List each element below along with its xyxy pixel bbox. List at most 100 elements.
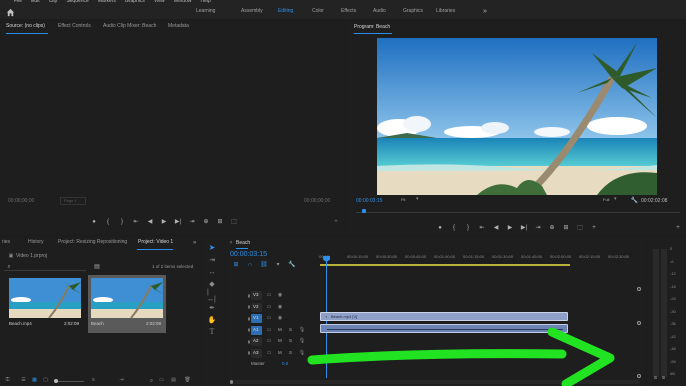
menu-item[interactable]: Graphics: [125, 0, 145, 4]
workspace-tab[interactable]: Libraries: [436, 9, 455, 14]
solo-button[interactable]: S: [289, 338, 292, 344]
selection-tool-icon[interactable]: ➤: [207, 243, 217, 253]
track-target-toggle[interactable]: V1: [251, 314, 262, 323]
menu-item[interactable]: Clip: [49, 0, 58, 4]
source-tab[interactable]: Audio Clip Mixer: Beach: [103, 24, 156, 29]
ripple-edit-tool-icon[interactable]: ↔: [207, 267, 217, 277]
solo-button[interactable]: S: [289, 350, 292, 356]
icon-view-icon[interactable]: ▦: [31, 377, 38, 384]
step-back-icon[interactable]: ◀: [492, 224, 500, 232]
source-tab[interactable]: Source: (no clips): [6, 24, 45, 29]
project-tab[interactable]: Project: Video 1: [138, 240, 173, 245]
mute-button[interactable]: M: [278, 327, 282, 333]
search-input[interactable]: ⌕: [4, 263, 86, 271]
mute-button[interactable]: M: [278, 350, 282, 356]
lock-icon[interactable]: [244, 327, 250, 334]
source-add-button[interactable]: +: [332, 218, 340, 226]
workspace-overflow[interactable]: »: [483, 8, 487, 15]
automate-icon[interactable]: ⇥: [118, 377, 125, 384]
mark-out-icon[interactable]: }: [464, 224, 472, 232]
work-area-bar[interactable]: [320, 264, 570, 266]
workspace-tab[interactable]: Color: [312, 9, 324, 14]
new-item-icon[interactable]: ▤: [170, 377, 177, 384]
project-item[interactable]: Beach.mp4 2:02:08: [6, 275, 84, 333]
list-view-icon[interactable]: ☰: [20, 377, 27, 384]
program-fit-select[interactable]: Fit ▾: [398, 197, 424, 205]
sync-lock-icon[interactable]: ▭: [266, 292, 272, 299]
go-to-in-icon[interactable]: ⇤: [478, 224, 486, 232]
sync-lock-icon[interactable]: ▭: [266, 350, 272, 357]
go-to-in-icon[interactable]: ⇤: [132, 218, 140, 226]
type-tool-icon[interactable]: T: [207, 327, 217, 337]
playhead-marker[interactable]: [362, 209, 366, 213]
menu-item[interactable]: Markers: [98, 0, 116, 4]
wrench-icon[interactable]: 🔧: [288, 261, 296, 269]
go-to-out-icon[interactable]: ⇥: [534, 224, 542, 232]
meter-solo-button[interactable]: S: [662, 375, 665, 381]
sync-lock-icon[interactable]: ▭: [266, 327, 272, 334]
play-icon[interactable]: ▶: [506, 224, 514, 232]
insert-icon[interactable]: ⊕: [548, 224, 556, 232]
freeform-view-icon[interactable]: ▢: [42, 377, 49, 384]
workspace-tab[interactable]: Graphics: [403, 9, 423, 14]
workspace-tab[interactable]: Effects: [341, 9, 356, 14]
lock-icon[interactable]: ⚿: [4, 377, 11, 384]
source-tab[interactable]: Metadata: [168, 24, 189, 29]
nest-toggle-icon[interactable]: ⊞: [232, 261, 240, 269]
trash-icon[interactable]: 🗑: [184, 377, 191, 384]
project-tab[interactable]: ries: [2, 240, 10, 245]
sync-lock-icon[interactable]: ▭: [266, 338, 272, 345]
track-select-tool-icon[interactable]: ⇥: [207, 255, 217, 265]
lock-icon[interactable]: [244, 338, 250, 345]
program-scrubber[interactable]: [356, 209, 680, 213]
source-fit-select[interactable]: Page 1: [60, 197, 86, 205]
menu-item[interactable]: View: [154, 0, 165, 4]
source-tab[interactable]: Effect Controls: [58, 24, 91, 29]
eye-icon[interactable]: ◉: [277, 315, 283, 322]
program-quality-select[interactable]: Full ▾: [602, 197, 622, 205]
program-add-button[interactable]: +: [674, 224, 682, 232]
wrench-icon[interactable]: 🔧: [631, 197, 638, 205]
step-forward-icon[interactable]: ▶|: [520, 224, 528, 232]
workspace-tab[interactable]: Editing: [278, 9, 293, 14]
marker-icon[interactable]: ●: [90, 218, 98, 226]
eye-icon[interactable]: ◉: [277, 304, 283, 311]
menu-item[interactable]: File: [14, 0, 22, 4]
mute-button[interactable]: M: [278, 338, 282, 344]
step-back-icon[interactable]: ◀: [146, 218, 154, 226]
master-value[interactable]: 0.0: [282, 361, 288, 367]
add-marker-icon[interactable]: ▾: [274, 261, 282, 269]
eye-icon[interactable]: ◉: [277, 292, 283, 299]
lock-icon[interactable]: [244, 292, 250, 299]
new-bin-folder-icon[interactable]: ▤: [93, 263, 101, 271]
mark-in-icon[interactable]: {: [104, 218, 112, 226]
folder-icon[interactable]: ▭: [158, 377, 165, 384]
lock-icon[interactable]: [244, 304, 250, 311]
mark-out-icon[interactable]: }: [118, 218, 126, 226]
menu-item[interactable]: Edit: [31, 0, 40, 4]
overwrite-icon[interactable]: ⊞: [216, 218, 224, 226]
project-item[interactable]: Beach 2:02:08: [88, 275, 166, 333]
linked-selection-icon[interactable]: ⛓: [260, 261, 268, 269]
menu-item[interactable]: Sequence: [66, 0, 89, 4]
razor-tool-icon[interactable]: ◆: [207, 279, 217, 289]
project-tab[interactable]: History: [28, 240, 44, 245]
export-frame-icon[interactable]: ⬚: [230, 218, 238, 226]
track-target-toggle[interactable]: A1: [251, 325, 262, 335]
track-target-toggle[interactable]: A3: [251, 348, 262, 358]
timeline-ruler[interactable]: :00:0000:00:15:0000:00:30:0000:00:45:000…: [318, 251, 644, 267]
play-icon[interactable]: ▶: [160, 218, 168, 226]
button-editor-icon[interactable]: +: [590, 224, 598, 232]
workspace-tab[interactable]: Assembly: [241, 9, 263, 14]
project-panel-overflow[interactable]: »: [193, 240, 196, 246]
export-frame-icon[interactable]: ⬚: [576, 224, 584, 232]
marker-icon[interactable]: ●: [436, 224, 444, 232]
snap-icon[interactable]: ∩: [246, 261, 254, 269]
solo-button[interactable]: S: [289, 327, 292, 333]
menu-item[interactable]: Help: [200, 0, 210, 4]
sync-lock-icon[interactable]: ▭: [266, 315, 272, 322]
sequence-tab[interactable]: Beach: [236, 241, 250, 246]
meter-solo-button[interactable]: S: [654, 375, 657, 381]
lock-icon[interactable]: [244, 350, 250, 357]
track-target-toggle[interactable]: V2: [251, 302, 262, 312]
